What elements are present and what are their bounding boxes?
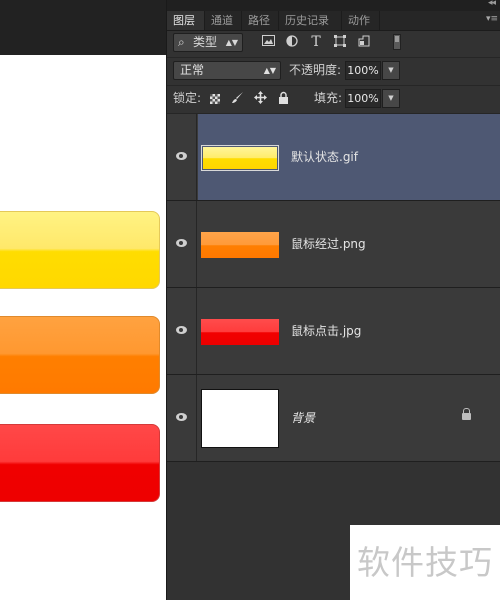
layer-body[interactable]: 鼠标点击.jpg — [198, 288, 500, 374]
fill-input[interactable]: 100% — [345, 89, 381, 108]
panel-tabs: 图层 通道 路径 历史记录 动作 ▾≡ — [167, 11, 500, 31]
layer-filter-kind-select[interactable]: ⌕ 类型 ▲▼ — [173, 33, 243, 52]
layer-body[interactable]: 鼠标经过.png — [198, 201, 500, 287]
layer-body[interactable]: 默认状态.gif — [198, 114, 500, 200]
lock-icon — [462, 408, 471, 420]
watermark: 软件技巧 — [350, 525, 500, 600]
opacity-label: 不透明度: — [289, 63, 342, 77]
chevron-updown-icon: ▲▼ — [263, 66, 276, 75]
divider — [167, 85, 500, 86]
shape-filter-icon[interactable] — [332, 35, 348, 50]
canvas-red-button-shape[interactable] — [0, 424, 160, 502]
canvas-yellow-button-shape[interactable] — [0, 211, 160, 289]
lock-transparent-pixels-icon[interactable] — [210, 94, 220, 104]
tab-actions[interactable]: 动作 — [342, 11, 380, 30]
layer-thumbnail — [201, 389, 279, 448]
visibility-column — [167, 201, 197, 287]
canvas-top-bar — [0, 0, 166, 55]
filter-kind-label: 类型 — [193, 35, 218, 49]
layer-thumbnail — [201, 319, 279, 345]
blend-mode-select[interactable]: 正常 ▲▼ — [173, 61, 281, 80]
layer-thumbnail — [201, 232, 279, 258]
smart-object-filter-icon[interactable] — [356, 35, 372, 50]
adjustment-filter-icon[interactable] — [284, 35, 300, 50]
visibility-column — [167, 375, 197, 461]
canvas-orange-button-shape[interactable] — [0, 316, 160, 394]
image-filter-icon[interactable] — [260, 35, 276, 50]
tab-layers[interactable]: 图层 — [167, 11, 205, 30]
layer-body[interactable]: 背景 — [198, 375, 500, 461]
chevron-updown-icon: ▲▼ — [225, 38, 238, 47]
layer-row-default-state[interactable]: 默认状态.gif — [167, 114, 500, 201]
tab-history[interactable]: 历史记录 — [279, 11, 342, 30]
collapse-panel-icon[interactable]: ◂◂ — [488, 0, 496, 8]
layer-row-mouse-click[interactable]: 鼠标点击.jpg — [167, 288, 500, 375]
filter-toggle-icon[interactable] — [393, 34, 401, 50]
layer-name[interactable]: 鼠标经过.png — [291, 236, 366, 252]
fill-label: 填充: — [314, 91, 343, 105]
layers-panel: ◂◂ 图层 通道 路径 历史记录 动作 ▾≡ ⌕ 类型 ▲▼ T 正常 ▲▼ 不… — [166, 0, 500, 600]
type-filter-icon[interactable]: T — [308, 35, 324, 50]
eye-icon[interactable] — [176, 239, 187, 247]
eye-icon[interactable] — [176, 326, 187, 334]
layer-thumbnail — [201, 145, 279, 171]
layer-name[interactable]: 默认状态.gif — [291, 149, 358, 165]
visibility-column — [167, 114, 197, 200]
divider — [167, 57, 500, 58]
tab-channels[interactable]: 通道 — [205, 11, 242, 30]
lock-image-pixels-icon[interactable] — [230, 91, 244, 105]
lock-position-icon[interactable] — [253, 91, 267, 105]
opacity-input[interactable]: 100% — [345, 61, 381, 80]
layer-name[interactable]: 鼠标点击.jpg — [291, 323, 361, 339]
tab-paths[interactable]: 路径 — [242, 11, 279, 30]
fill-dropdown-icon[interactable]: ▼ — [382, 89, 400, 108]
search-icon: ⌕ — [178, 35, 185, 49]
blend-mode-value: 正常 — [180, 63, 205, 77]
panel-menu-icon[interactable]: ▾≡ — [486, 14, 498, 24]
layer-row-background[interactable]: 背景 — [167, 375, 500, 462]
lock-label: 锁定: — [173, 91, 202, 105]
visibility-column — [167, 288, 197, 374]
eye-icon[interactable] — [176, 413, 187, 421]
panel-title-bar: ◂◂ — [167, 0, 500, 11]
lock-all-icon[interactable] — [276, 91, 290, 105]
layer-name[interactable]: 背景 — [291, 410, 315, 426]
opacity-dropdown-icon[interactable]: ▼ — [382, 61, 400, 80]
eye-icon[interactable] — [176, 152, 187, 160]
layer-row-mouse-over[interactable]: 鼠标经过.png — [167, 201, 500, 288]
